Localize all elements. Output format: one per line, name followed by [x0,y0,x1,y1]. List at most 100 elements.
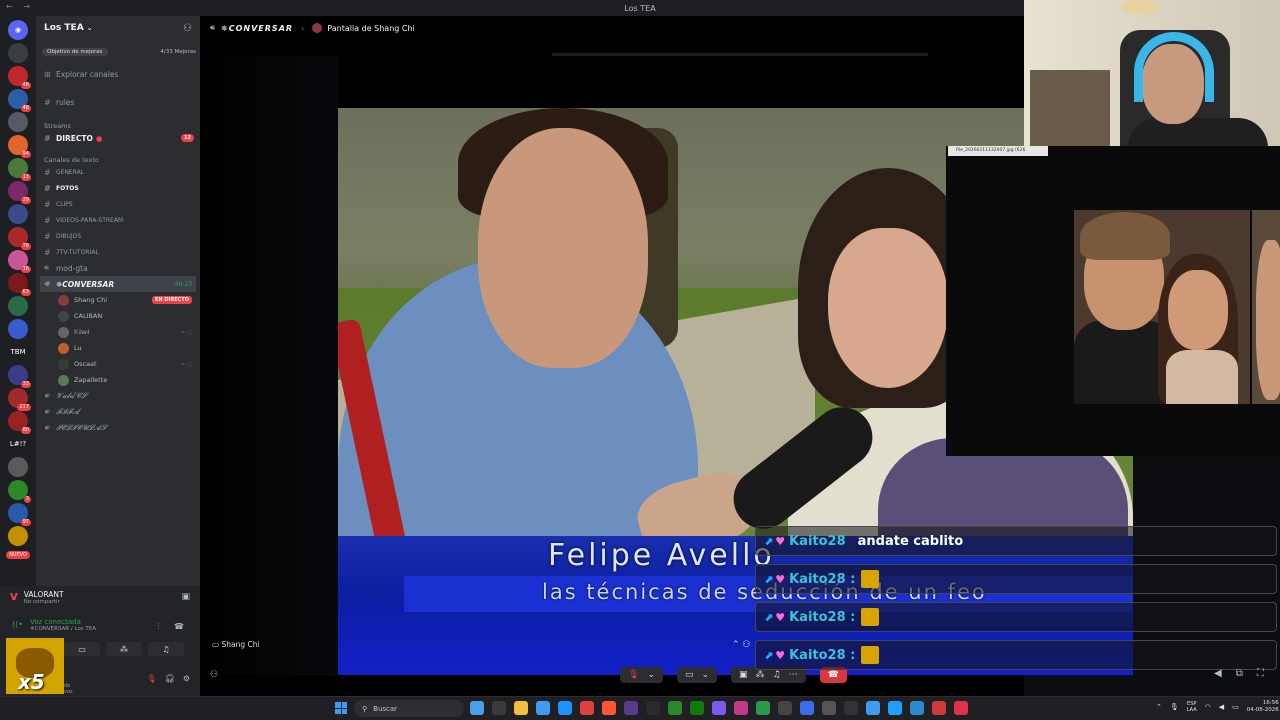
category-text[interactable]: Canales de texto [36,150,200,164]
taskbar-app-icon[interactable] [756,701,770,715]
activities-button[interactable]: ⁂ [106,642,142,656]
mic-muted-icon[interactable]: 🎙︎ [628,670,639,680]
server-icon[interactable]: 76 [8,227,31,250]
voice-user[interactable]: 𝕂𝕚𝕨𝕚 ⌁ ◌ [36,324,200,340]
wifi-icon[interactable]: ◠ [1205,703,1211,711]
voice-channel-item[interactable]: 🔊︎ 𝓟𝓔𝓛𝓘𝓒𝓤𝓛𝓐𝓢 [36,420,200,436]
taskbar-app-icon[interactable] [624,701,638,715]
soundboard-button[interactable]: ♫ [148,642,184,656]
volume-icon[interactable]: ◀ [1214,668,1222,679]
nav-arrows-icon[interactable]: ← → [6,2,34,11]
viewers-icon[interactable]: ⌃ ⚇ [732,640,750,650]
taskbar-app-icon[interactable] [734,701,748,715]
discord-home-icon[interactable]: ◉ [8,20,28,40]
server-icon[interactable]: 80 [8,411,31,434]
taskbar-app-icon[interactable] [910,701,924,715]
voice-user[interactable]: CALIBAN [36,308,200,324]
clock[interactable]: 16:56 04-08-2026 [1247,700,1279,714]
taskbar-app-icon[interactable] [492,701,506,715]
battery-icon[interactable]: ▭ [1232,703,1239,711]
taskbar-app-icon[interactable] [800,701,814,715]
server-icon[interactable]: 94 [8,135,31,158]
voice-user[interactable]: Zapallette [36,372,200,388]
taskbar-app-icon[interactable] [580,701,594,715]
server-icon[interactable]: 29 [8,181,31,204]
taskbar-app-icon[interactable] [932,701,946,715]
taskbar-app-icon[interactable] [888,701,902,715]
taskbar-app-icon[interactable] [822,701,836,715]
taskbar-app-icon[interactable] [954,701,968,715]
screen-share-icon[interactable]: ▣ [181,592,190,602]
taskbar-app-icon[interactable] [536,701,550,715]
server-icon[interactable]: 33 [8,365,31,388]
channel-item[interactable]: # FOTOS [36,180,200,196]
server-icon[interactable] [8,204,28,224]
activity-card[interactable]: V VALORANT No compartir ▣ [0,586,200,608]
chevron-down-icon[interactable]: ⌄ [647,670,655,680]
taskbar-app-icon[interactable] [558,701,572,715]
disconnect-icon[interactable]: ⫶ ☎ [157,622,190,632]
avatar[interactable]: x5 de voz [6,638,73,695]
category-streams[interactable]: Streams [36,116,200,130]
popout-icon[interactable]: ⧉ [1236,668,1243,679]
taskbar-app-icon[interactable] [668,701,682,715]
server-icon[interactable]: 97 [8,503,31,526]
chevron-up-icon[interactable]: ⌃ [1156,703,1162,711]
server-icon[interactable] [8,457,28,477]
guild-header[interactable]: Los TEA ⌄ ⚇ [36,16,200,40]
server-icon[interactable]: TBM [8,342,28,362]
channel-item[interactable]: # VIDEOS-PARA-STREAM [36,212,200,228]
server-icon[interactable]: 48 [8,89,31,112]
taskbar-app-icon[interactable] [602,701,616,715]
voice-channel-conversar[interactable]: 🔊︎ ✵CONVERSAR 46:23 [40,276,196,292]
channel-item[interactable]: # GENERAL [36,164,200,180]
image-viewer[interactable]: file_20260211132007.jpg (626 [946,146,1280,456]
channel-item[interactable]: # CLIPS [36,196,200,212]
server-icon[interactable] [8,112,28,132]
headphones-icon[interactable]: 🎧︎ [165,674,175,683]
mute-mic-icon[interactable]: 🎙︎ [147,674,157,683]
fullscreen-icon[interactable]: ⛶ [1257,668,1264,679]
channel-item[interactable]: 🔊︎ mod-gta [36,260,200,276]
server-icon[interactable]: 13 [8,158,31,181]
server-icon[interactable]: 16 [8,250,31,273]
add-user-icon[interactable]: ⚇ [183,23,192,34]
server-icon[interactable]: 46 [8,66,31,89]
server-icon[interactable]: 217 [8,388,31,411]
channel-item[interactable]: #7TV-TUTORIAL [36,244,200,260]
mic-icon[interactable]: 🎙︎ [1170,703,1179,711]
server-icon[interactable]: 3 [8,480,31,503]
server-icon[interactable] [8,296,28,316]
volume-icon[interactable]: ◀ [1219,703,1224,711]
taskbar-app-icon[interactable] [514,701,528,715]
stream-channel[interactable]: ✵CONVERSAR [221,24,293,33]
voice-channel-item[interactable]: 🔊︎ 𝓥𝓪𝓵𝓸/𝓒𝓢 [36,388,200,404]
taskbar-app-icon[interactable] [866,701,880,715]
windows-start-icon[interactable] [335,702,347,714]
voice-user[interactable]: Oscaat ⌁ ◌ [36,356,200,372]
voice-user[interactable]: Shang Chi EN DIRECTO [36,292,200,308]
server-icon[interactable] [8,526,28,546]
taskbar-app-icon[interactable] [778,701,792,715]
voice-channel-item[interactable]: 🔊︎ 𝓕𝓘𝓕𝓐 [36,404,200,420]
boost-goal[interactable]: Objetivo de mejoras 4/33 Mejoras [42,46,196,58]
chevron-down-icon[interactable]: ⌄ [702,670,710,680]
taskbar-app-icon[interactable] [470,701,484,715]
explore-channels[interactable]: ⊞ Explorar canales [36,66,200,82]
server-icon[interactable] [8,43,28,63]
add-person-icon[interactable]: ⚇ [210,670,218,680]
camera-off-icon[interactable]: ▭ [685,670,694,680]
taskbar-app-icon[interactable] [690,701,704,715]
channel-item[interactable]: # DIBUJOS [36,228,200,244]
camera-button[interactable]: ▭ [64,642,100,656]
channel-directo[interactable]: # DIRECTO ● 12 [36,130,200,146]
server-icon[interactable]: 63 [8,273,31,296]
server-icon[interactable]: L#!? [8,434,28,454]
taskbar-app-icon[interactable] [712,701,726,715]
server-icon[interactable] [8,319,28,339]
taskbar-app-icon[interactable] [646,701,660,715]
gear-icon[interactable]: ⚙ [183,674,190,683]
channel-rules[interactable]: # rules [36,94,200,110]
voice-user[interactable]: Lu [36,340,200,356]
language-indicator[interactable]: ESP LAA [1187,701,1197,713]
